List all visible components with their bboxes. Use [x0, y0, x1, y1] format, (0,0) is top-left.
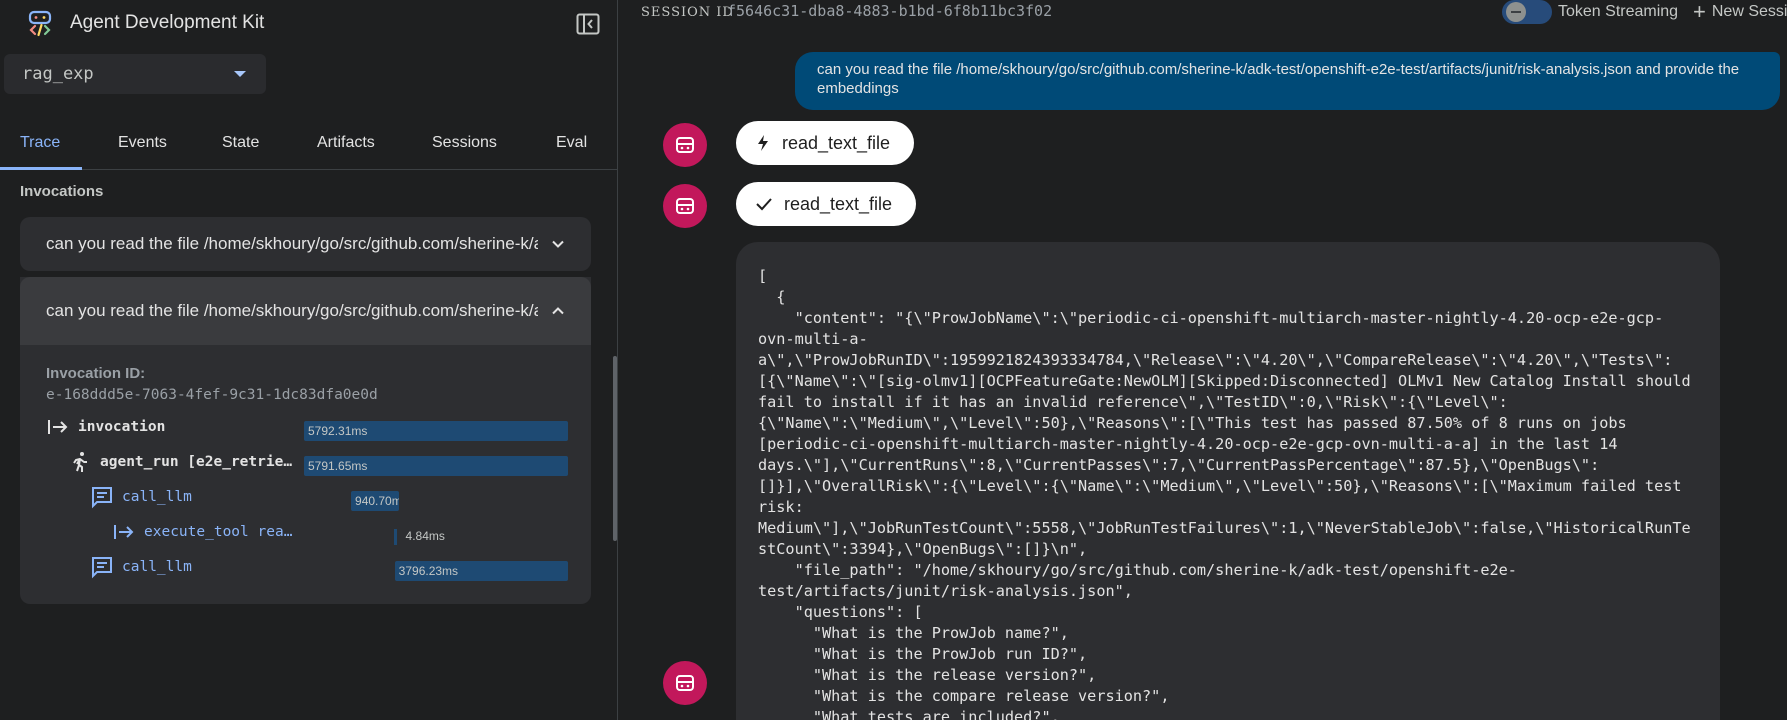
trace-row-execute-tool[interactable]: execute_tool read_text_file	[112, 520, 298, 544]
code-content: [ { "content": "{\"ProwJobName\":\"perio…	[758, 266, 1703, 720]
code-line: []}],\"OverallRisk\":{\"Level\":{\"Name\…	[758, 477, 1682, 495]
code-line: {	[758, 288, 786, 306]
side-panel: Agent Development Kit rag_exp Trace Even…	[0, 0, 618, 720]
invocations-heading: Invocations	[20, 183, 104, 200]
trace-row-call-llm[interactable]: call_llm	[90, 485, 272, 509]
trace-label: invocation	[78, 419, 166, 435]
bot-avatar	[663, 123, 707, 167]
app-title: Agent Development Kit	[70, 12, 265, 33]
code-line: stCount\":3394},\"OpenBugs\":[]}\n",	[758, 540, 1088, 558]
session-id-value: f5646c31-dba8-4883-b1bd-6f8b11bc3f02	[727, 2, 1053, 20]
code-line: "content": "{\"ProwJobName\":\"periodic-…	[758, 309, 1664, 327]
duration-bar: 4.84ms	[393, 526, 445, 546]
trace-label: agent_run [e2e_retriever_agent]	[100, 454, 298, 470]
code-line: "questions": [	[758, 603, 923, 621]
check-icon	[756, 198, 772, 211]
duration-bar: 940.70ms	[351, 491, 400, 511]
code-line: days.\"],\"CurrentRuns\":8,\"CurrentPass…	[758, 456, 1600, 474]
code-line: "What is the compare release version?",	[758, 687, 1170, 705]
arrow-right-bar-icon	[48, 420, 68, 434]
running-person-icon	[73, 452, 87, 472]
chevron-up-icon	[552, 307, 564, 315]
plus-icon: +	[1693, 0, 1706, 24]
code-line: [	[758, 267, 768, 285]
active-tab-indicator	[0, 167, 82, 170]
chat-icon	[92, 487, 112, 509]
tool-response-block: [ { "content": "{\"ProwJobName\":\"perio…	[736, 242, 1720, 720]
tab-state[interactable]: State	[222, 134, 259, 152]
robot-icon	[676, 198, 694, 214]
trace-row-call-llm[interactable]: call_llm	[90, 555, 272, 579]
duration-bar: 3796.23ms	[394, 561, 568, 581]
invocation-row-label: can you read the file /home/skhoury/go/s…	[46, 234, 538, 253]
scrollbar-thumb[interactable]	[613, 356, 617, 541]
dropdown-caret-icon	[234, 71, 246, 77]
function-response-chip[interactable]: read_text_file	[736, 182, 917, 226]
code-line: {\"Name\":\"Medium\",\"Level\":50},\"Rea…	[758, 414, 1627, 432]
invocation-id-value: e-168ddd5e-7063-4fef-9c31-1dc83dfa0e0d	[46, 387, 378, 403]
collapse-panel-icon[interactable]	[576, 13, 600, 35]
bot-avatar	[663, 661, 707, 705]
user-message: can you read the file /home/skhoury/go/s…	[795, 52, 1780, 110]
tab-trace[interactable]: Trace	[20, 134, 60, 152]
function-call-chip[interactable]: read_text_file	[736, 121, 915, 165]
code-line: "What is the ProwJob name?",	[758, 624, 1069, 642]
duration-value: 5791.65ms	[308, 459, 368, 473]
robot-icon	[676, 137, 694, 153]
code-line: a\",\"ProwJobRunID\":1959921824393334784…	[758, 351, 1673, 369]
chat-panel: SESSION ID f5646c31-dba8-4883-b1bd-6f8b1…	[619, 0, 1787, 720]
bolt-icon	[758, 135, 768, 151]
arrow-right-bar-icon	[114, 525, 134, 539]
code-line: "What is the release version?",	[758, 666, 1097, 684]
code-line: [periodic-ci-openshift-multiarch-master-…	[758, 435, 1618, 453]
trace-row-invocation[interactable]: invocation	[46, 415, 238, 439]
tab-sessions[interactable]: Sessions	[432, 134, 497, 152]
invocation-row-label: can you read the file /home/skhoury/go/s…	[46, 301, 538, 320]
invocation-id-label: Invocation ID:	[46, 365, 146, 382]
trace-label: call_llm	[122, 559, 192, 575]
tab-events[interactable]: Events	[118, 134, 167, 152]
trace-label: execute_tool read_text_file	[144, 524, 298, 540]
toggle-knob	[1506, 2, 1526, 22]
code-line: "What is the ProwJob run ID?",	[758, 645, 1088, 663]
chat-icon	[92, 557, 112, 579]
code-line: Medium\"],\"JobRunTestCount\":5558,\"Job…	[758, 519, 1691, 537]
trace-label: call_llm	[122, 489, 192, 505]
adk-logo-icon	[28, 10, 52, 37]
duration-value: 940.70ms	[355, 494, 400, 508]
invocation-row-expanded[interactable]: can you read the file /home/skhoury/go/s…	[20, 277, 591, 345]
duration-value: 4.84ms	[405, 529, 445, 543]
app-selector[interactable]: rag_exp	[4, 54, 266, 94]
code-line: ovn-multi-a-	[758, 330, 868, 348]
duration-bar: 5791.65ms	[304, 456, 568, 476]
tab-bar: Trace Events State Artifacts Sessions Ev…	[0, 120, 617, 170]
code-line: fail to install if it has an invalid ref…	[758, 393, 1508, 411]
function-call-label: read_text_file	[782, 132, 891, 153]
token-streaming-toggle[interactable]	[1502, 0, 1552, 24]
brand: Agent Development Kit	[26, 8, 264, 38]
session-id-label: SESSION ID	[641, 5, 734, 20]
tab-eval[interactable]: Eval	[556, 134, 587, 152]
code-line: [{\"Name\":\"[sig-olmv1][OCPFeatureGate:…	[758, 372, 1691, 390]
tab-artifacts[interactable]: Artifacts	[317, 134, 375, 152]
bot-avatar	[663, 184, 707, 228]
code-line: risk:	[758, 498, 804, 516]
duration-value: 5792.31ms	[308, 424, 368, 438]
app-root: Agent Development Kit rag_exp Trace Even…	[0, 0, 1787, 720]
new-session-label: New Session	[1711, 3, 1787, 20]
app-selector-value: rag_exp	[22, 64, 94, 84]
duration-bar: 5792.31ms	[304, 421, 568, 441]
robot-icon	[676, 675, 694, 691]
chevron-down-icon	[552, 240, 564, 248]
invocation-row[interactable]: can you read the file /home/skhoury/go/s…	[20, 217, 591, 271]
trace-row-agent-run[interactable]: agent_run [e2e_retriever_agent]	[68, 450, 298, 474]
duration-value: 3796.23ms	[398, 564, 459, 578]
new-session-button[interactable]: + New Session	[1693, 0, 1787, 24]
token-streaming-label: Token Streaming	[1558, 3, 1679, 20]
code-line: "file_path": "/home/skhoury/go/src/githu…	[758, 561, 1517, 579]
code-line: "What tests are included?",	[758, 708, 1060, 720]
function-response-label: read_text_file	[784, 193, 893, 214]
code-line: test/artifacts/junit/risk-analysis.json"…	[758, 582, 1133, 600]
